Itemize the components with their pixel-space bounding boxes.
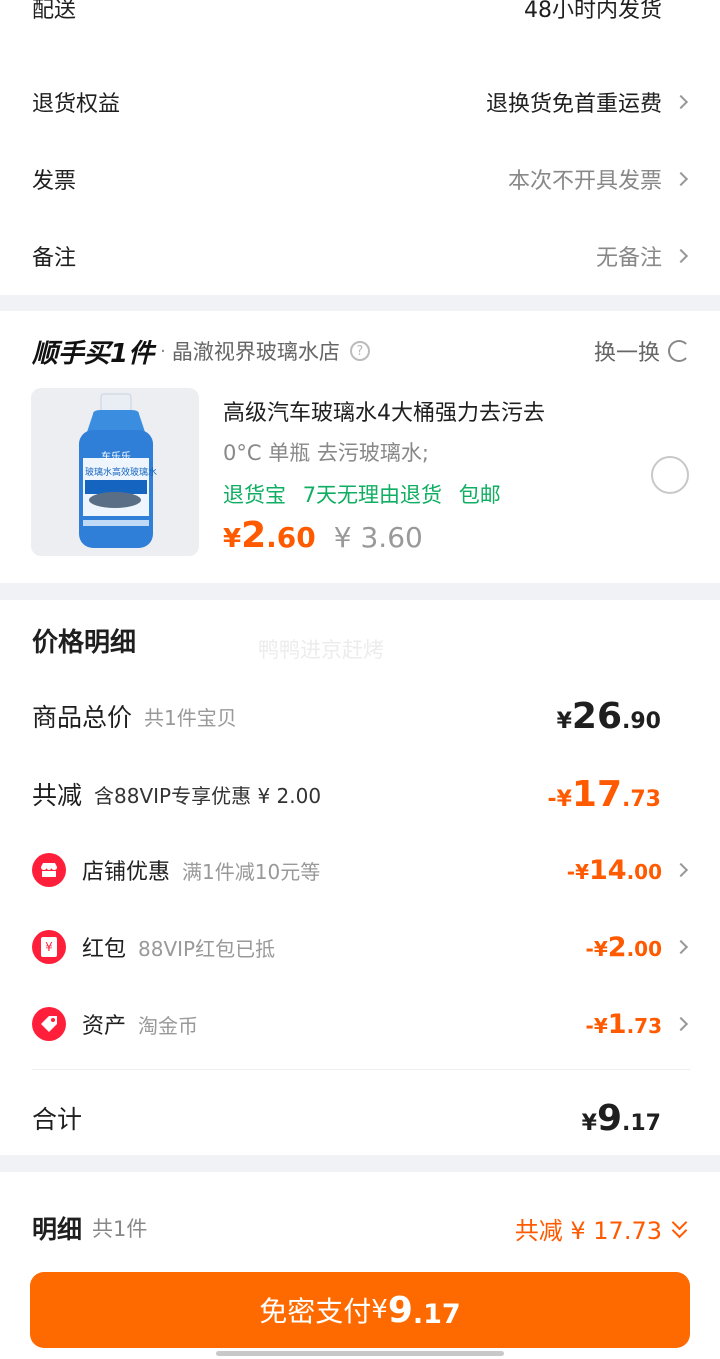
tag-return-insurance: 退货宝: [223, 483, 286, 507]
chevron-right-icon: [673, 94, 689, 110]
shop-name[interactable]: 晶澈视界玻璃水店: [172, 336, 340, 366]
bottle-label: 玻璃水高效玻璃水: [85, 468, 158, 478]
delivery-value: 48小时内发货: [524, 0, 662, 23]
chevron-right-icon: [673, 939, 689, 955]
assets-value: -¥ 1 .73: [586, 1009, 690, 1040]
total-reduce-row: 共减 含88VIP专享优惠 ¥ 2.00 -¥ 17 .73: [32, 773, 661, 815]
product-title: 高级汽车玻璃水4大桶强力去污去: [223, 401, 545, 426]
bottle-brand: 车乐乐: [101, 452, 131, 463]
remark-label: 备注: [32, 246, 77, 271]
chevron-right-icon: [673, 862, 689, 878]
footer-reduce: 共减 ¥ 17.73: [514, 1216, 662, 1245]
home-indicator: [216, 1351, 504, 1356]
chevron-right-icon: [673, 248, 689, 264]
select-radio[interactable]: [651, 456, 689, 494]
total-price-row: 商品总价 共1件宝贝 ¥ 26 .90: [32, 695, 661, 737]
remark-row[interactable]: 备注 无备注: [32, 236, 690, 276]
return-rights-label: 退货权益: [32, 92, 121, 117]
invoice-label: 发票: [32, 169, 77, 194]
divider: [32, 1069, 690, 1070]
red-packet-icon: ¥: [32, 930, 66, 964]
product-spec: 0°C 单瓶 去污玻璃水;: [223, 441, 429, 465]
delivery-label: 配送: [32, 0, 77, 23]
total-price-value: ¥ 26 .90: [556, 695, 661, 737]
return-rights-value: 退换货免首重运费: [485, 92, 662, 117]
shop-icon: [32, 853, 66, 887]
shop-discount-row[interactable]: 店铺优惠 满1件减10元等 -¥ 14 .00: [32, 850, 690, 890]
add-on-header: 顺手买1件 · 晶澈视界玻璃水店 ? 换一换: [32, 331, 690, 371]
pay-button[interactable]: 免密支付 ¥ 9 .17: [30, 1272, 690, 1348]
tag-7day-return: 7天无理由退货: [302, 483, 443, 507]
order-options-card: 配送 48小时内发货 退货权益 退换货免首重运费 发票 本次不开具发票 备注 无…: [0, 0, 720, 295]
invoice-value: 本次不开具发票: [507, 169, 662, 194]
coin-tag-icon: [32, 1007, 66, 1041]
shunshou-logo: 顺手买1件: [32, 338, 155, 369]
double-chevron-down-icon: [670, 1214, 690, 1239]
remark-value: 无备注: [595, 246, 662, 271]
original-price: ¥ 3.60: [333, 521, 423, 554]
tag-free-shipping: 包邮: [458, 483, 501, 507]
red-packet-value: -¥ 2 .00: [586, 932, 690, 963]
price-detail-title: 价格明细: [32, 628, 137, 658]
sum-row: 合计 ¥ 9 .17: [32, 1097, 661, 1139]
return-rights-row[interactable]: 退货权益 退换货免首重运费: [32, 82, 690, 122]
refresh-icon: [668, 340, 690, 362]
product-info[interactable]: 高级汽车玻璃水4大桶强力去污去 0°C 单瓶 去污玻璃水; 退货宝 7天无理由退…: [223, 395, 623, 556]
sum-value: ¥ 9 .17: [581, 1097, 661, 1139]
assets-row[interactable]: 资产 淘金币 -¥ 1 .73: [32, 1004, 690, 1044]
swap-button[interactable]: 换一换: [594, 335, 690, 367]
detail-summary[interactable]: 明细 共1件 共减 ¥ 17.73: [32, 1208, 690, 1248]
product-image[interactable]: 车乐乐 玻璃水高效玻璃水: [31, 388, 199, 556]
watermark: 鸭鸭进京赶烤: [258, 638, 384, 662]
product-price: ¥ 2 .60 ¥ 3.60: [223, 515, 423, 556]
invoice-row[interactable]: 发票 本次不开具发票: [32, 159, 690, 199]
total-reduce-value: -¥ 17 .73: [547, 773, 661, 815]
chevron-right-icon: [673, 171, 689, 187]
shop-discount-value: -¥ 14 .00: [567, 855, 690, 886]
chevron-right-icon: [673, 1016, 689, 1032]
help-icon[interactable]: ?: [349, 341, 370, 361]
product-tags: 退货宝 7天无理由退货 包邮: [223, 479, 623, 509]
red-packet-row[interactable]: ¥ 红包 88VIP红包已抵 -¥ 2 .00: [32, 927, 690, 967]
price-detail-card: 价格明细 鸭鸭进京赶烤 商品总价 共1件宝贝 ¥ 26 .90 共减 含88VI…: [0, 600, 720, 1155]
delivery-row[interactable]: 配送 48小时内发货: [32, 0, 690, 28]
